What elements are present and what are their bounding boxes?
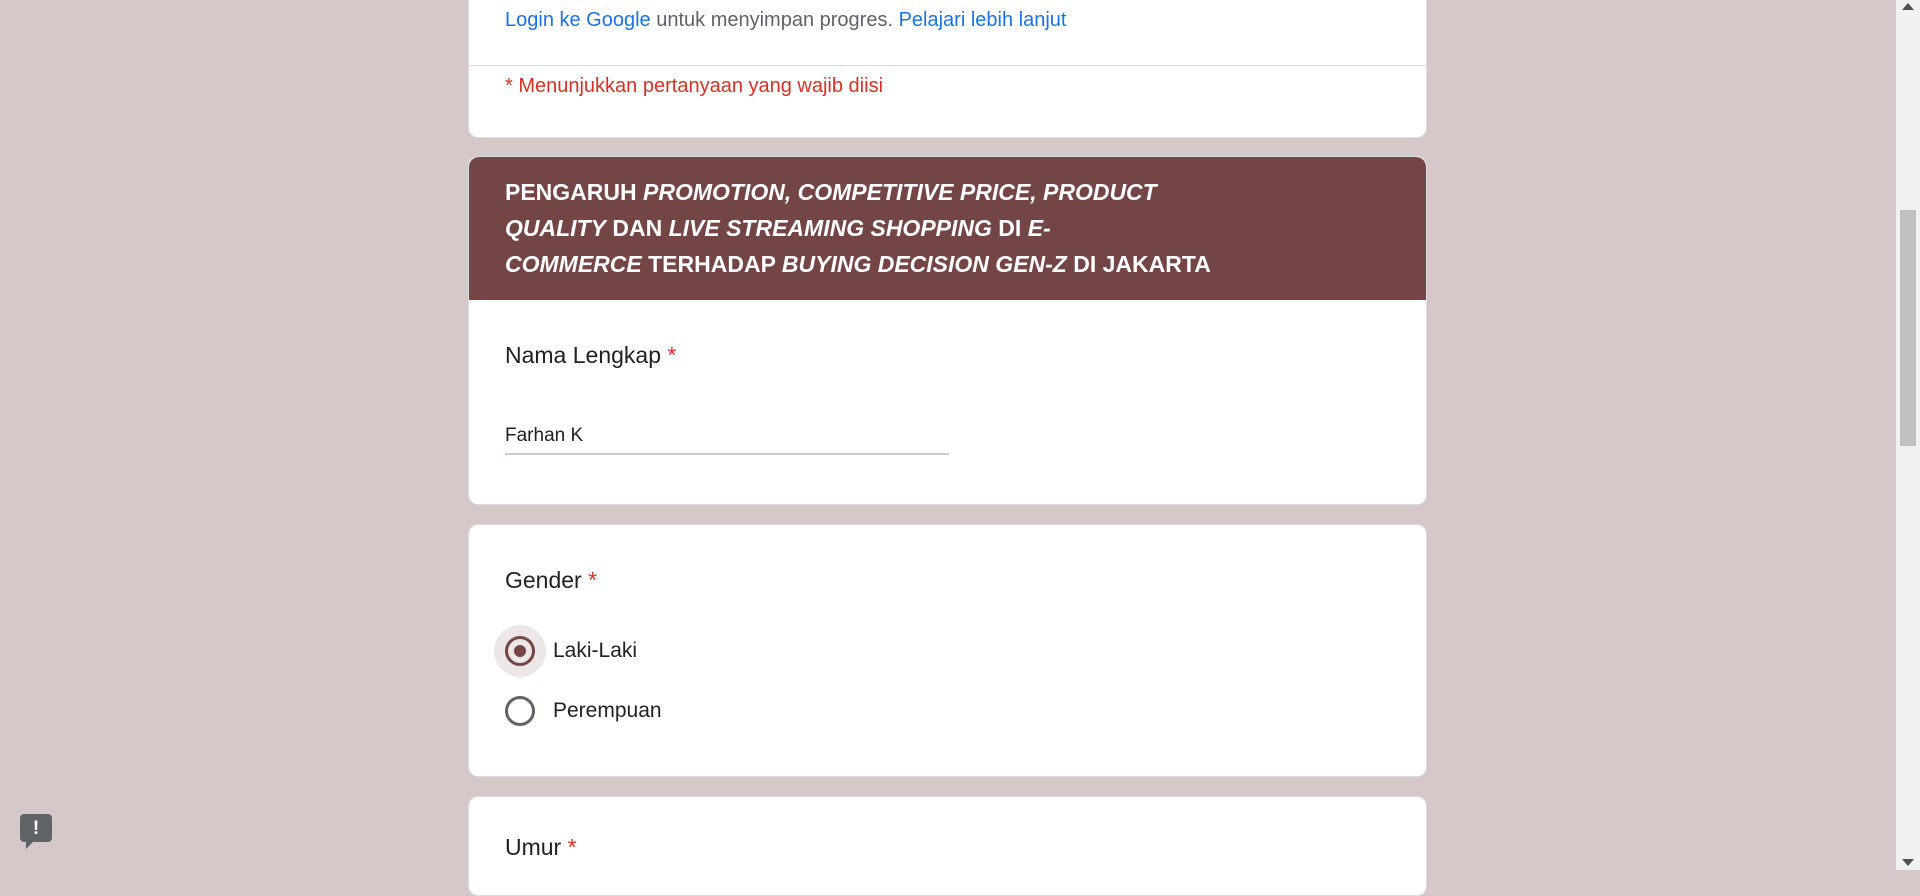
- save-progress-text: untuk menyimpan progres.: [650, 9, 899, 31]
- radio-option-label: Laki-Laki: [553, 639, 638, 662]
- radio-selected-dot: [514, 645, 526, 657]
- section-title-line-3: COMMERCE TERHADAP BUYING DECISION GEN-Z …: [505, 251, 1211, 278]
- login-prompt: Login ke Google untuk menyimpan progres.…: [505, 9, 1066, 32]
- section-title-banner: PENGARUH PROMOTION, COMPETITIVE PRICE, P…: [469, 157, 1426, 300]
- gender-question-card: Gender * Laki-Laki Perempuan: [468, 524, 1427, 777]
- title-text-italic: PRODUCT: [1043, 179, 1157, 205]
- required-asterisk: *: [588, 567, 598, 593]
- title-text-italic: COMMERCE: [505, 251, 642, 277]
- title-text-italic: BUYING DECISION GEN-Z: [781, 251, 1067, 277]
- radio-ring: [505, 696, 535, 726]
- login-google-link[interactable]: Login ke Google: [505, 9, 651, 31]
- gender-option-laki-laki[interactable]: Laki-Laki: [494, 625, 638, 677]
- title-text-italic: E-: [1027, 215, 1051, 241]
- scroll-up-arrow-icon[interactable]: [1902, 3, 1914, 10]
- title-text: PENGARUH: [505, 179, 644, 205]
- required-asterisk: *: [567, 834, 577, 860]
- divider: [469, 65, 1426, 66]
- name-question-card: PENGARUH PROMOTION, COMPETITIVE PRICE, P…: [468, 156, 1427, 505]
- vertical-scrollbar[interactable]: [1896, 0, 1920, 870]
- title-text-italic: LIVE STREAMING SHOPPING: [668, 215, 992, 241]
- section-title-line-1: PENGARUH PROMOTION, COMPETITIVE PRICE, P…: [505, 179, 1157, 206]
- question-label: Nama Lengkap: [505, 342, 661, 368]
- title-text: TERHADAP: [641, 251, 782, 277]
- scroll-down-arrow-icon[interactable]: [1902, 859, 1914, 866]
- title-text: DI: [991, 215, 1028, 241]
- required-note: * Menunjukkan pertanyaan yang wajib diis…: [505, 75, 884, 97]
- radio-ring: [505, 636, 535, 666]
- learn-more-link[interactable]: Pelajari lebih lanjut: [899, 9, 1067, 31]
- title-text: DAN: [605, 215, 669, 241]
- title-text: DI JAKARTA: [1066, 251, 1211, 277]
- radio-button[interactable]: [505, 696, 535, 726]
- gender-question-title: Gender *: [505, 567, 597, 594]
- gender-option-perempuan[interactable]: Perempuan: [505, 691, 662, 731]
- exclamation-icon: !: [32, 817, 40, 839]
- radio-option-label: Perempuan: [553, 699, 662, 722]
- name-input-value: Farhan K: [505, 425, 584, 446]
- age-question-card: Umur *: [468, 796, 1427, 896]
- question-label: Gender: [505, 567, 582, 593]
- scrollbar-thumb[interactable]: [1900, 210, 1916, 446]
- question-label: Umur: [505, 834, 562, 860]
- radio-button-selected[interactable]: [494, 625, 546, 677]
- title-text-italic: QUALITY: [505, 215, 606, 241]
- name-question-title: Nama Lengkap *: [505, 342, 676, 369]
- report-abuse-button[interactable]: !: [20, 814, 52, 849]
- section-title-line-2: QUALITY DAN LIVE STREAMING SHOPPING DI E…: [505, 215, 1051, 242]
- name-input[interactable]: Farhan K: [505, 425, 949, 455]
- required-asterisk: *: [667, 342, 677, 368]
- title-text-italic: PROMOTION, COMPETITIVE PRICE,: [643, 179, 1037, 205]
- login-info-card: Login ke Google untuk menyimpan progres.…: [468, 0, 1427, 138]
- age-question-title: Umur *: [505, 834, 577, 861]
